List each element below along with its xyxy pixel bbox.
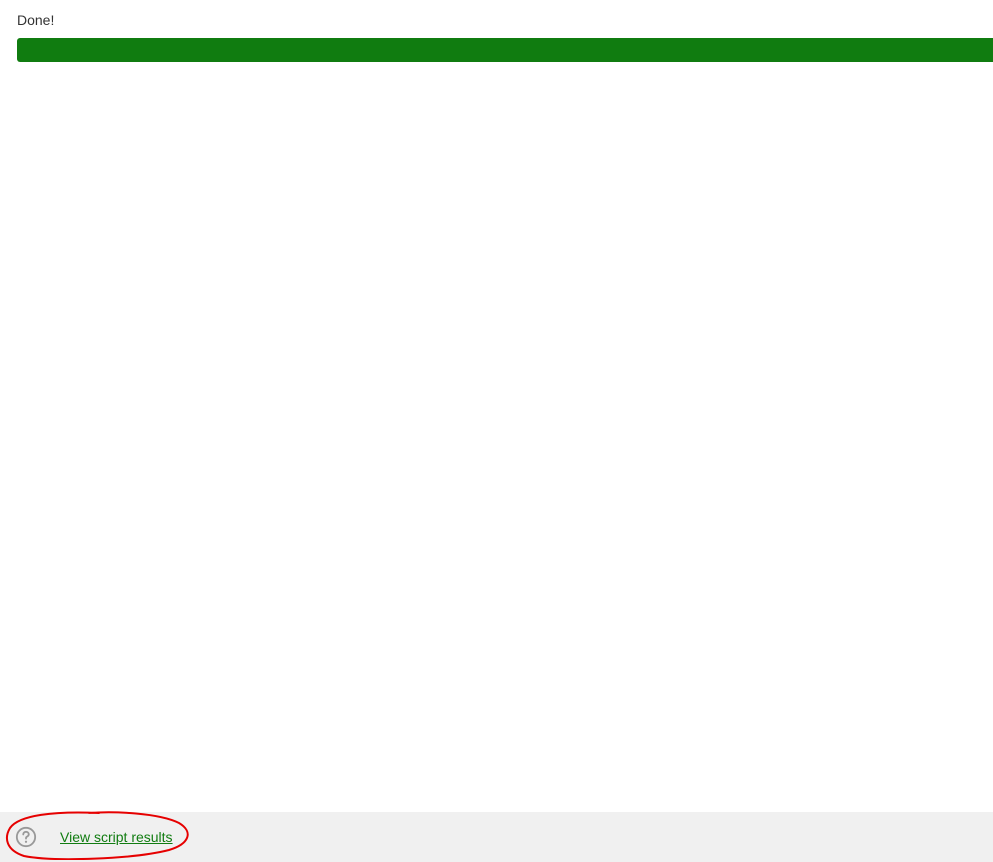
view-script-results-link[interactable]: View script results xyxy=(60,829,173,845)
progress-bar-fill xyxy=(17,38,993,62)
status-label: Done! xyxy=(17,12,54,28)
footer-bar: View script results xyxy=(0,812,993,862)
progress-bar xyxy=(17,38,993,62)
help-icon[interactable] xyxy=(14,825,38,849)
